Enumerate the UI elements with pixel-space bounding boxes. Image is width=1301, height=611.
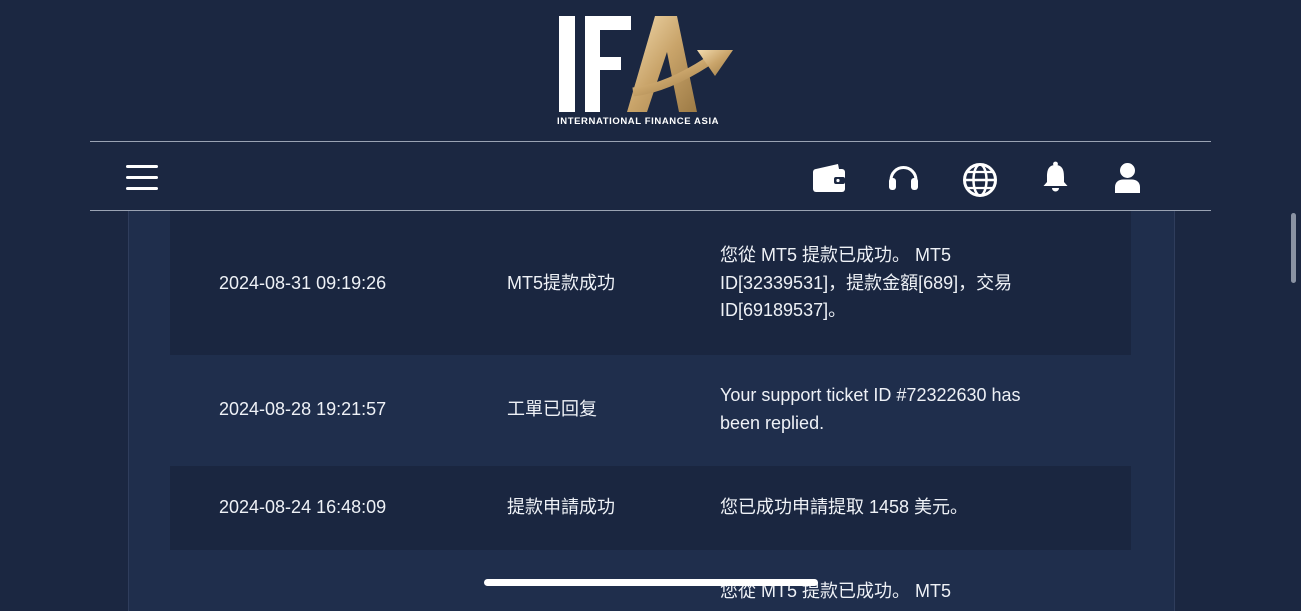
bell-icon[interactable] (1042, 161, 1069, 198)
home-indicator[interactable] (484, 579, 818, 586)
globe-icon[interactable] (962, 162, 998, 203)
notification-type: 提款申請成功 (507, 497, 615, 517)
table-row[interactable]: 2024-08-31 09:19:26 MT5提款成功 您從 MT5 提款已成功… (170, 211, 1131, 355)
notification-date: 2024-08-28 19:21:57 (219, 399, 387, 419)
headset-icon[interactable] (888, 163, 919, 198)
notification-message: Your support ticket ID #72322630 has bee… (720, 385, 1021, 433)
scrollbar-thumb[interactable] (1291, 213, 1296, 283)
logo-tagline: INTERNATIONAL FINANCE ASIA (557, 116, 720, 127)
user-icon[interactable] (1114, 162, 1141, 199)
notification-message: 您已成功申請提取 1458 美元。 (720, 497, 969, 517)
nav-divider-top (90, 141, 1211, 142)
notification-message: 您從 MT5 提款已成功。 MT5 ID[32339531]，提款金額[689]… (720, 245, 1013, 320)
menu-icon[interactable] (126, 164, 158, 197)
table-row[interactable]: 2024-08-24 16:48:09 提款申請成功 您已成功申請提取 1458… (170, 466, 1131, 550)
notification-date: 2024-08-24 16:48:09 (219, 497, 387, 517)
notification-date: 2024-08-31 09:19:26 (219, 273, 387, 293)
logo-mark (559, 16, 733, 112)
ifa-logo[interactable]: INTERNATIONAL FINANCE ASIA (557, 12, 747, 130)
notification-type: 工單已回复 (507, 399, 597, 419)
notification-type: MT5提款成功 (507, 273, 615, 293)
table-row[interactable]: 2024-08-28 19:21:57 工單已回复 Your support t… (170, 355, 1131, 466)
wallet-icon[interactable] (812, 163, 846, 198)
